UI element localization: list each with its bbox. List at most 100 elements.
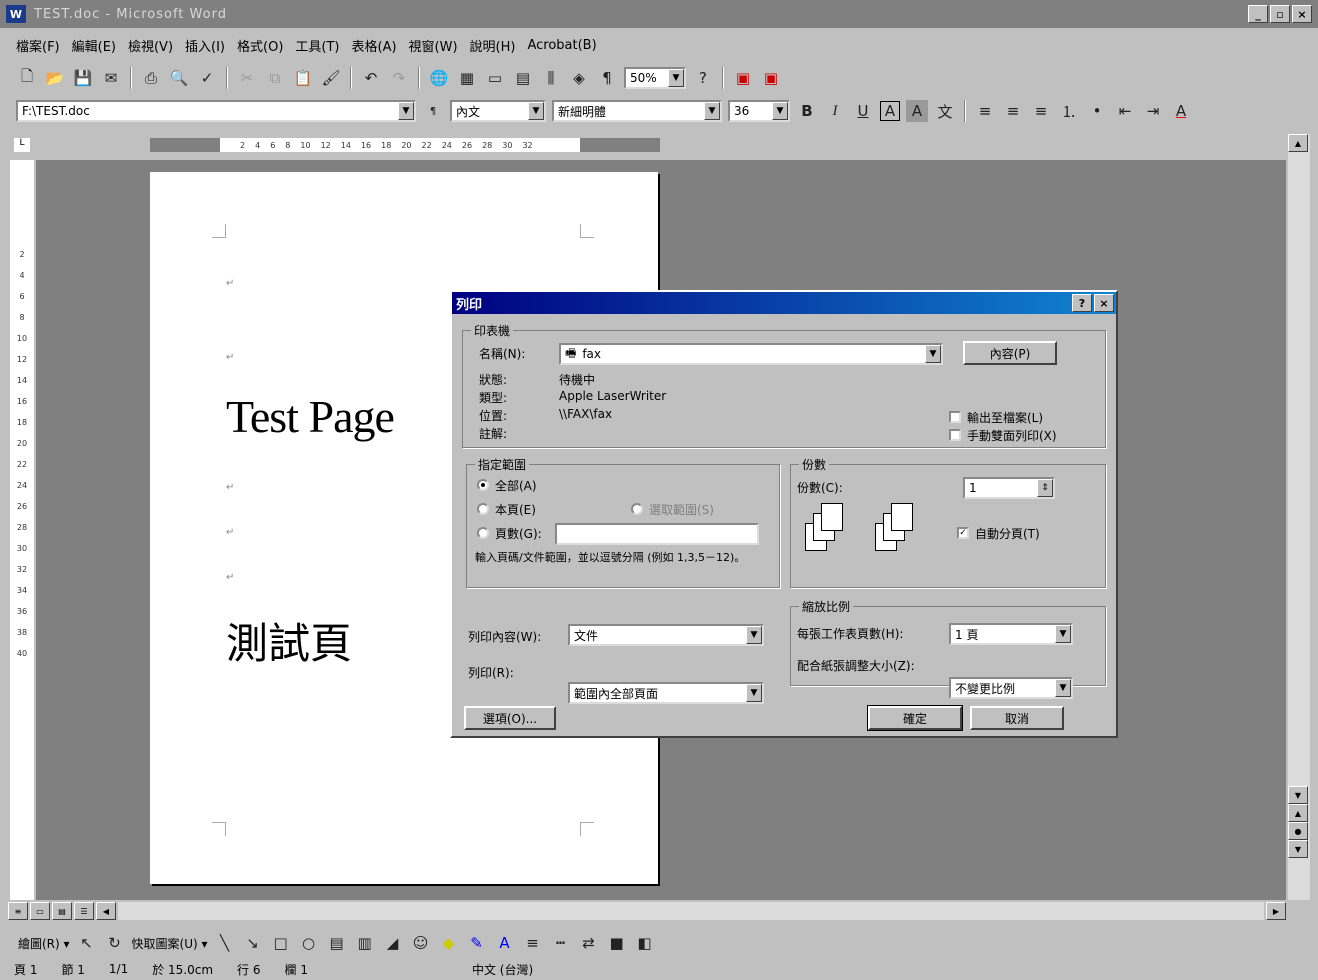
copies-spinner[interactable]: 1 ⇕ — [963, 477, 1055, 499]
border-char-icon[interactable]: A — [880, 101, 900, 121]
manual-duplex-label[interactable]: 手動雙面列印(X) — [967, 427, 1057, 444]
align-right-icon[interactable]: ≡ — [1030, 100, 1052, 122]
scroll-left-arrow-icon[interactable]: ◀ — [96, 902, 116, 920]
save-icon[interactable]: 💾 — [72, 67, 94, 89]
shadow-icon[interactable]: ■ — [606, 932, 628, 954]
wordart-icon[interactable]: ◢ — [382, 932, 404, 954]
undo-icon[interactable]: ↶ — [360, 67, 382, 89]
ok-button[interactable]: 確定 — [867, 705, 963, 731]
web-layout-icon[interactable]: ▭ — [30, 902, 50, 920]
arrow-style-icon[interactable]: ⇄ — [578, 932, 600, 954]
previous-page-icon[interactable]: ▲ — [1288, 804, 1308, 822]
3d-icon[interactable]: ◧ — [634, 932, 656, 954]
copy-icon[interactable]: ⧉ — [264, 67, 286, 89]
scroll-up-arrow-icon[interactable]: ▲ — [1288, 134, 1308, 152]
options-button[interactable]: 選項(O)... — [464, 706, 556, 730]
paste-icon[interactable]: 📋 — [292, 67, 314, 89]
chevron-down-icon[interactable]: ▼ — [668, 69, 684, 87]
line-style-icon[interactable]: ≡ — [522, 932, 544, 954]
menu-view[interactable]: 檢視(V) — [128, 36, 173, 55]
columns-icon[interactable]: ⫼ — [540, 67, 562, 89]
cancel-button[interactable]: 取消 — [970, 706, 1064, 730]
pages-per-sheet-select[interactable]: 1 頁 ▼ — [949, 623, 1073, 645]
asian-layout-icon[interactable]: 文 — [934, 100, 956, 122]
print-to-file-label[interactable]: 輸出至檔案(L) — [967, 409, 1043, 426]
range-current-radio[interactable] — [477, 503, 489, 515]
close-dialog-button[interactable]: × — [1094, 294, 1114, 312]
range-pages-input[interactable] — [555, 523, 759, 545]
menu-edit[interactable]: 編輯(E) — [72, 36, 116, 55]
insert-excel-icon[interactable]: ▤ — [512, 67, 534, 89]
menu-file[interactable]: 檔案(F) — [16, 36, 60, 55]
text-box-icon[interactable]: ▤ — [326, 932, 348, 954]
print-select[interactable]: 範圍內全部頁面 ▼ — [568, 682, 764, 704]
range-all-radio[interactable] — [477, 479, 489, 491]
italic-icon[interactable]: I — [824, 100, 846, 122]
open-folder-icon[interactable]: 📂 — [44, 67, 66, 89]
email-icon[interactable]: ✉ — [100, 67, 122, 89]
zoom-combo[interactable]: 50% ▼ — [624, 67, 686, 89]
acrobat-pdf-icon[interactable]: ▣ — [732, 67, 754, 89]
acrobat-pdf-mail-icon[interactable]: ▣ — [760, 67, 782, 89]
menu-help[interactable]: 說明(H) — [470, 36, 516, 55]
line-color-icon[interactable]: ✎ — [466, 932, 488, 954]
style-combo[interactable]: 內文 ▼ — [450, 100, 546, 122]
document-text-cjk[interactable]: 測試頁 — [226, 610, 352, 671]
bullets-icon[interactable]: • — [1086, 100, 1108, 122]
oval-tool-icon[interactable]: ○ — [298, 932, 320, 954]
printer-name-select[interactable]: 🖷 fax ▼ — [559, 343, 943, 365]
print-what-select[interactable]: 文件 ▼ — [568, 624, 764, 646]
cut-icon[interactable]: ✂ — [236, 67, 258, 89]
spinner-arrows-icon[interactable]: ⇕ — [1037, 479, 1053, 497]
range-current-label[interactable]: 本頁(E) — [495, 501, 536, 518]
range-pages-radio[interactable] — [477, 527, 489, 539]
menu-insert[interactable]: 插入(I) — [185, 36, 225, 55]
help-button[interactable]: ? — [1072, 294, 1092, 312]
chevron-down-icon[interactable]: ▼ — [746, 626, 762, 644]
collate-checkbox[interactable]: ✓ — [957, 527, 969, 539]
menu-acrobat[interactable]: Acrobat(B) — [527, 38, 596, 53]
align-left-icon[interactable]: ≡ — [974, 100, 996, 122]
scroll-down-arrow-icon[interactable]: ▼ — [1288, 786, 1308, 804]
chevron-down-icon[interactable]: ▼ — [772, 102, 788, 120]
autoshapes-menu-button[interactable]: 快取圖案(U) ▾ — [132, 935, 208, 952]
menu-table[interactable]: 表格(A) — [352, 36, 397, 55]
spelling-icon[interactable]: ✓ — [196, 67, 218, 89]
select-browse-object-icon[interactable]: ● — [1288, 822, 1308, 840]
chevron-down-icon[interactable]: ▼ — [528, 102, 544, 120]
dash-style-icon[interactable]: ┅ — [550, 932, 572, 954]
office-assistant-icon[interactable]: ? — [692, 67, 714, 89]
chevron-down-icon[interactable]: ▼ — [1055, 625, 1071, 643]
draw-menu-button[interactable]: 繪圖(R) ▾ — [18, 935, 70, 952]
print-preview-icon[interactable]: 🔍 — [168, 67, 190, 89]
style-icon[interactable]: ¶ — [422, 100, 444, 122]
vertical-text-box-icon[interactable]: ▥ — [354, 932, 376, 954]
show-hide-icon[interactable]: ¶ — [596, 67, 618, 89]
increase-indent-icon[interactable]: ⇥ — [1142, 100, 1164, 122]
range-selection-radio[interactable] — [631, 503, 643, 515]
bold-icon[interactable]: B — [796, 100, 818, 122]
collate-label[interactable]: 自動分頁(T) — [975, 525, 1040, 542]
horizontal-scroll-track[interactable] — [118, 902, 1264, 920]
next-page-icon[interactable]: ▼ — [1288, 840, 1308, 858]
arrow-tool-icon[interactable]: ↘ — [242, 932, 264, 954]
range-pages-label[interactable]: 頁數(G): — [495, 525, 542, 542]
rectangle-tool-icon[interactable]: □ — [270, 932, 292, 954]
scale-select[interactable]: 不變更比例 ▼ — [949, 677, 1073, 699]
free-rotate-icon[interactable]: ↻ — [104, 932, 126, 954]
redo-icon[interactable]: ↷ — [388, 67, 410, 89]
chevron-down-icon[interactable]: ▼ — [1055, 679, 1071, 697]
font-size-combo[interactable]: 36 ▼ — [728, 100, 790, 122]
clip-art-icon[interactable]: ☺ — [410, 932, 432, 954]
char-shading-icon[interactable]: A — [906, 100, 928, 122]
font-combo[interactable]: 新細明體 ▼ — [552, 100, 722, 122]
align-center-icon[interactable]: ≡ — [1002, 100, 1024, 122]
tab-selector[interactable]: L — [14, 138, 30, 152]
range-all-label[interactable]: 全部(A) — [495, 477, 537, 494]
menu-window[interactable]: 視窗(W) — [409, 36, 458, 55]
menu-tools[interactable]: 工具(T) — [295, 36, 339, 55]
chevron-down-icon[interactable]: ▼ — [704, 102, 720, 120]
word-app-icon[interactable]: W — [6, 5, 26, 23]
font-color-icon[interactable]: A — [1170, 100, 1192, 122]
properties-button[interactable]: 內容(P) — [963, 341, 1057, 365]
